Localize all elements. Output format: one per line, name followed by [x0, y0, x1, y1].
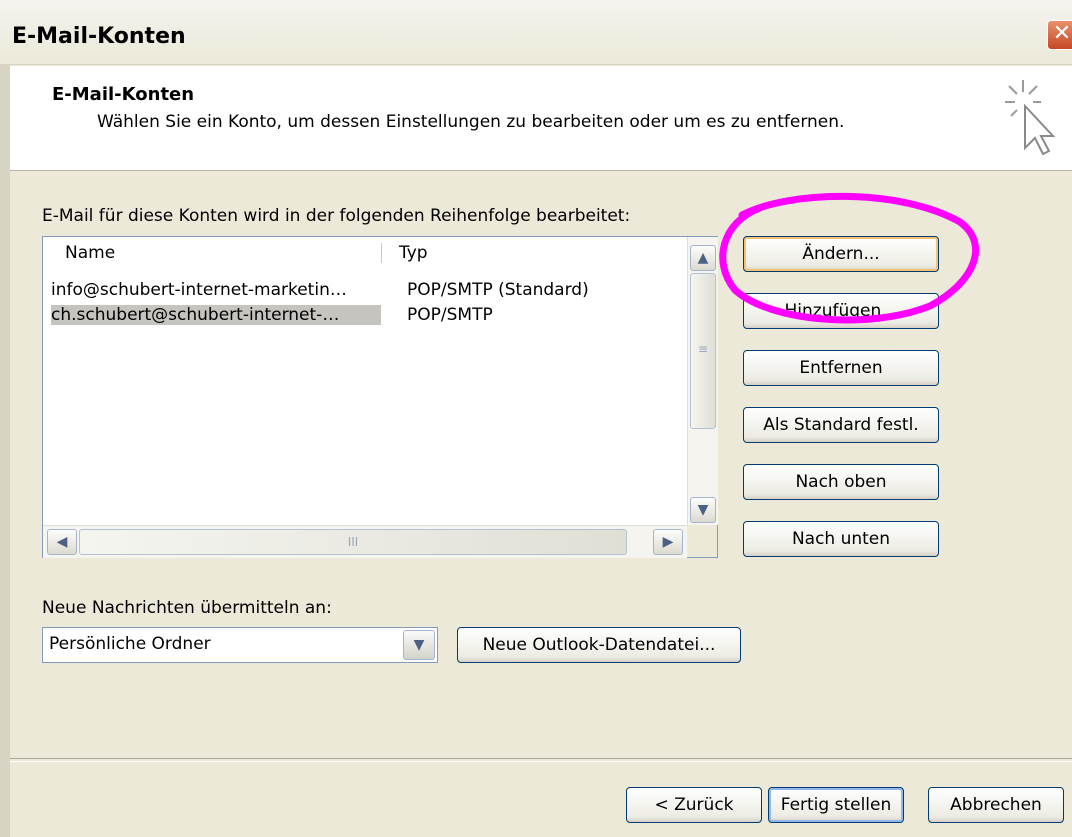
list-header: Name Typ: [43, 237, 687, 267]
set-default-button[interactable]: Als Standard festl.: [743, 407, 939, 443]
cancel-button[interactable]: Abbrechen: [928, 787, 1064, 823]
vertical-scrollbar[interactable]: ▲ ≡ ▼: [687, 237, 718, 525]
account-name: info@schubert-internet-marketin…: [51, 280, 347, 300]
column-divider[interactable]: [381, 243, 382, 263]
account-type: POP/SMTP: [407, 305, 493, 325]
cursor-sparkle-icon: [1005, 80, 1056, 156]
close-icon: ✕: [1052, 21, 1072, 46]
title-bar: E-Mail-Konten ✕: [0, 0, 1072, 65]
delivery-folder-select[interactable]: Persönliche Ordner ▼: [42, 627, 438, 663]
vertical-scroll-thumb[interactable]: ≡: [690, 273, 716, 429]
account-row[interactable]: info@schubert-internet-marketin… POP/SMT…: [51, 280, 687, 302]
finish-button[interactable]: Fertig stellen: [768, 787, 904, 823]
chevron-down-icon[interactable]: ▼: [403, 630, 435, 660]
account-row-selected[interactable]: ch.schubert@schubert-internet-… POP/SMTP: [51, 305, 687, 327]
scroll-right-button[interactable]: ▶: [653, 529, 683, 555]
accounts-list-label: E-Mail für diese Konten wird in der folg…: [42, 206, 631, 226]
move-down-button[interactable]: Nach unten: [743, 521, 939, 557]
header-title: E-Mail-Konten: [52, 84, 195, 105]
back-button[interactable]: < Zurück: [626, 787, 762, 823]
scroll-corner: [687, 525, 717, 557]
scroll-up-button[interactable]: ▲: [690, 245, 716, 271]
remove-account-button[interactable]: Entfernen: [743, 350, 939, 386]
scroll-left-button[interactable]: ◀: [47, 529, 77, 555]
move-up-button[interactable]: Nach oben: [743, 464, 939, 500]
delivery-folder-value: Persönliche Ordner: [49, 634, 211, 654]
new-data-file-button[interactable]: Neue Outlook-Datendatei...: [457, 627, 741, 663]
account-type: POP/SMTP (Standard): [407, 280, 589, 300]
add-account-button[interactable]: Hinzufügen...: [743, 293, 939, 329]
email-accounts-dialog: E-Mail-Konten ✕ E-Mail-Konten Wählen Sie…: [0, 0, 1072, 837]
account-name: ch.schubert@schubert-internet-…: [51, 305, 381, 325]
column-header-name[interactable]: Name: [65, 243, 115, 263]
scroll-down-button[interactable]: ▼: [690, 497, 716, 523]
wizard-header: E-Mail-Konten Wählen Sie ein Konto, um d…: [10, 66, 1072, 171]
column-header-type[interactable]: Typ: [399, 243, 428, 263]
window-left-border: [0, 64, 10, 837]
close-button[interactable]: ✕: [1047, 20, 1072, 50]
horizontal-scroll-thumb[interactable]: III: [79, 529, 627, 555]
change-account-button[interactable]: Ändern...: [743, 236, 939, 272]
footer-divider: [10, 758, 1072, 762]
accounts-list[interactable]: Name Typ info@schubert-internet-marketin…: [42, 236, 718, 558]
horizontal-scrollbar[interactable]: ◀ III ▶: [43, 525, 687, 558]
window-title: E-Mail-Konten: [12, 24, 186, 49]
delivery-label: Neue Nachrichten übermitteln an:: [42, 598, 332, 618]
header-subtitle: Wählen Sie ein Konto, um dessen Einstell…: [97, 112, 845, 132]
